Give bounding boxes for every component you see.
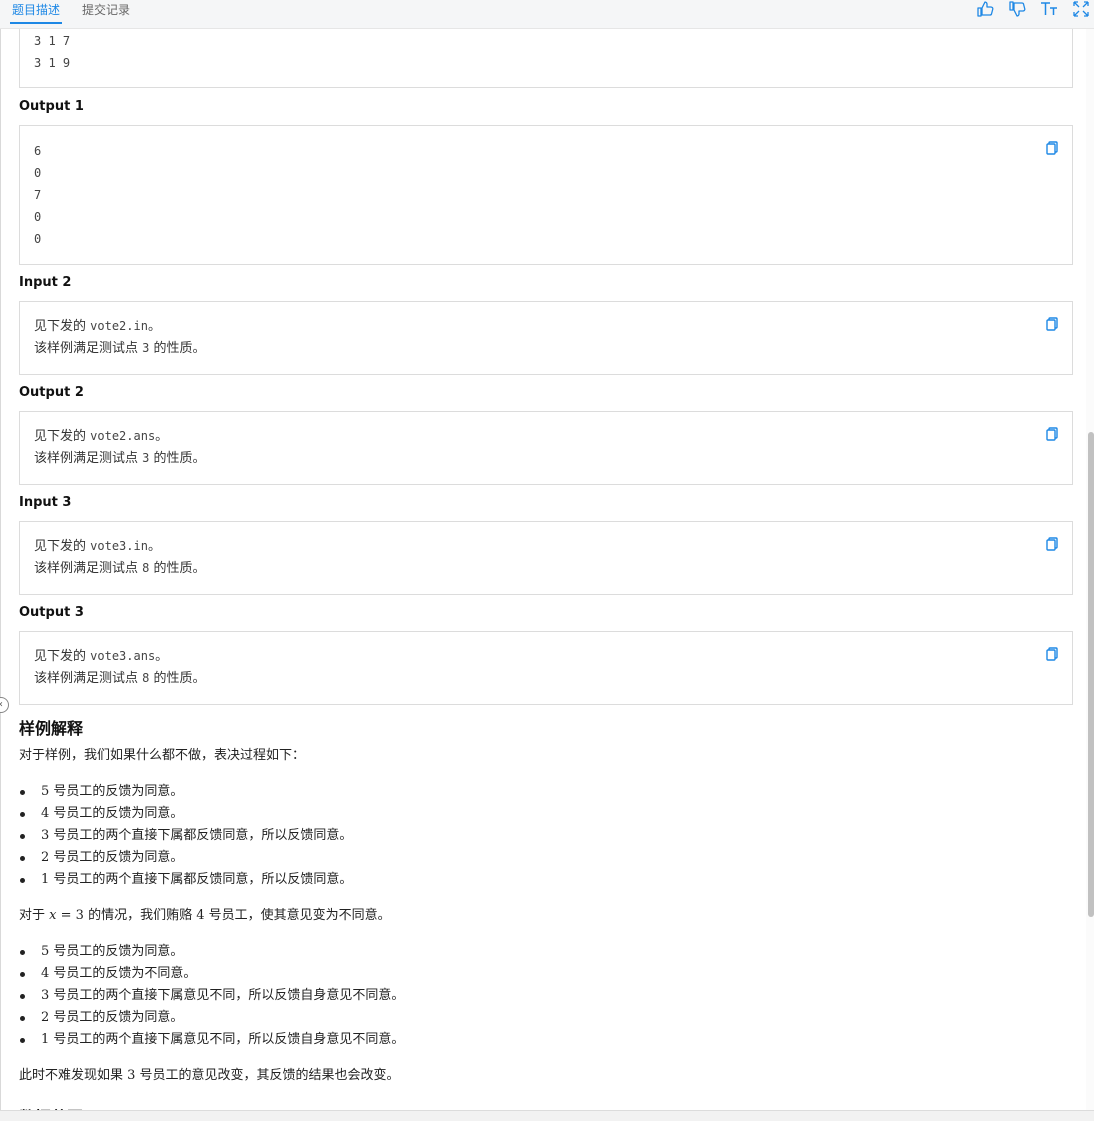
thumbs-down-icon[interactable] (1008, 0, 1028, 20)
input3-heading: Input 3 (19, 495, 72, 510)
output3-heading: Output 3 (19, 605, 84, 620)
thumbs-up-icon[interactable] (976, 0, 996, 20)
sample-explanation-title: 样例解释 (19, 719, 84, 738)
output1-line: 0 (34, 210, 42, 224)
output1-heading: Output 1 (19, 99, 84, 114)
list-item: 1 号员工的两个直接下属意见不同，所以反馈自身意见不同意。 (19, 1029, 404, 1051)
explanation-outro: 此时不难发现如果 3 号员工的意见改变，其反馈的结果也会改变。 (19, 1068, 400, 1083)
list-item: 4 号员工的反馈为不同意。 (19, 963, 404, 985)
list-item: 2 号员工的反馈为同意。 (19, 847, 352, 869)
copy-icon[interactable] (1046, 536, 1058, 551)
output1-line: 0 (34, 166, 42, 180)
input2-line2: 该样例满足测试点 3 的性质。 (34, 341, 206, 356)
problem-content: 3 1 7 3 1 9 Output 1 6 0 7 0 0 Input 2 见… (0, 29, 1087, 1110)
tab-bar: 题目描述 提交记录 (0, 0, 1094, 29)
scrollbar-thumb[interactable] (1088, 432, 1094, 917)
bottom-divider (0, 1110, 1094, 1121)
input3-box: 见下发的 vote3.in。 该样例满足测试点 8 的性质。 (19, 521, 1073, 595)
explanation-list-1: 5 号员工的反馈为同意。 4 号员工的反馈为同意。 3 号员工的两个直接下属都反… (19, 781, 352, 891)
output1-line: 6 (34, 144, 42, 158)
input1-box: 3 1 7 3 1 9 (19, 29, 1073, 88)
output1-box: 6 0 7 0 0 (19, 125, 1073, 265)
input1-line: 3 1 7 (34, 34, 71, 48)
copy-icon[interactable] (1046, 316, 1058, 331)
output2-heading: Output 2 (19, 385, 84, 400)
explanation-list-2: 5 号员工的反馈为同意。 4 号员工的反馈为不同意。 3 号员工的两个直接下属意… (19, 941, 404, 1051)
output2-line2: 该样例满足测试点 3 的性质。 (34, 451, 206, 466)
copy-icon[interactable] (1046, 140, 1058, 155)
fullscreen-icon[interactable] (1072, 0, 1092, 20)
output3-line2: 该样例满足测试点 8 的性质。 (34, 671, 206, 686)
input1-line: 3 1 9 (34, 56, 71, 70)
input2-line1: 见下发的 vote2.in。 (34, 319, 161, 334)
list-item: 3 号员工的两个直接下属意见不同，所以反馈自身意见不同意。 (19, 985, 404, 1007)
tab-submission-records[interactable]: 提交记录 (82, 2, 130, 18)
copy-icon[interactable] (1046, 646, 1058, 661)
output2-line1: 见下发的 vote2.ans。 (34, 429, 169, 444)
output2-box: 见下发的 vote2.ans。 该样例满足测试点 3 的性质。 (19, 411, 1073, 485)
output1-line: 7 (34, 188, 42, 202)
list-item: 5 号员工的反馈为同意。 (19, 941, 404, 963)
input3-line2: 该样例满足测试点 8 的性质。 (34, 561, 206, 576)
explanation-middle: 对于 x = 3 的情况，我们贿赂 4 号员工，使其意见变为不同意。 (19, 908, 391, 923)
input3-line1: 见下发的 vote3.in。 (34, 539, 161, 554)
list-item: 5 号员工的反馈为同意。 (19, 781, 352, 803)
list-item: 2 号员工的反馈为同意。 (19, 1007, 404, 1029)
input2-box: 见下发的 vote2.in。 该样例满足测试点 3 的性质。 (19, 301, 1073, 375)
copy-icon[interactable] (1046, 426, 1058, 441)
explanation-intro: 对于样例，我们如果什么都不做，表决过程如下： (19, 748, 306, 763)
list-item: 3 号员工的两个直接下属都反馈同意，所以反馈同意。 (19, 825, 352, 847)
list-item: 4 号员工的反馈为同意。 (19, 803, 352, 825)
list-item: 1 号员工的两个直接下属都反馈同意，所以反馈同意。 (19, 869, 352, 891)
output3-box: 见下发的 vote3.ans。 该样例满足测试点 8 的性质。 (19, 631, 1073, 705)
tab-problem-description[interactable]: 题目描述 (9, 2, 63, 24)
input2-heading: Input 2 (19, 275, 72, 290)
font-size-icon[interactable] (1040, 0, 1060, 20)
output1-line: 0 (34, 232, 42, 246)
output3-line1: 见下发的 vote3.ans。 (34, 649, 169, 664)
